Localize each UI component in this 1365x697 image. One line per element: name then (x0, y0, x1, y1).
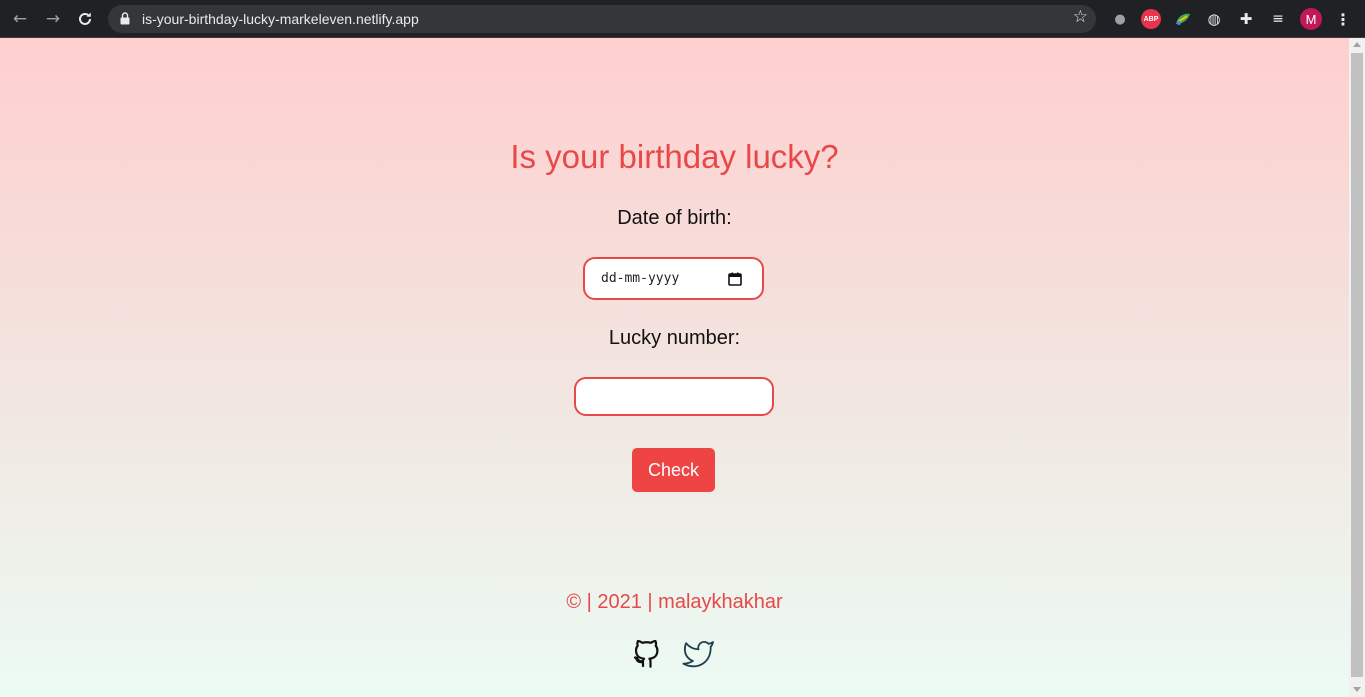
leaf-glyph (1176, 13, 1190, 25)
kebab-menu-icon[interactable]: ⋮ (1333, 8, 1353, 30)
check-button[interactable]: Check (632, 448, 715, 492)
vertical-scrollbar[interactable] (1349, 38, 1365, 697)
github-icon[interactable] (631, 635, 665, 669)
dob-date-input[interactable]: dd-mm-yyyy (583, 257, 764, 300)
puzzle-icon[interactable]: ✚ (1236, 9, 1256, 29)
scroll-up-icon[interactable] (1353, 42, 1361, 47)
footer-credit: © | 2021 | malaykhakhar (566, 591, 783, 613)
scrollbar-thumb[interactable] (1351, 53, 1363, 677)
scroll-down-icon[interactable] (1353, 687, 1361, 692)
reload-glyph (79, 12, 91, 25)
leaf-icon[interactable] (1173, 9, 1193, 29)
dob-placeholder: dd-mm-yyyy (601, 271, 680, 286)
page-viewport: Is your birthday lucky? Date of birth: d… (0, 38, 1349, 697)
page-title: Is your birthday lucky? (510, 138, 839, 175)
lucky-number-input[interactable] (574, 377, 774, 416)
reload-icon[interactable] (73, 7, 97, 31)
media-queue-icon[interactable]: ≡ (1268, 9, 1288, 29)
avatar[interactable]: M (1300, 8, 1322, 30)
lucky-number-label: Lucky number: (608, 327, 741, 349)
browser-toolbar: ← → is-your-birthday-lucky-markeleven.ne… (0, 0, 1365, 38)
dob-label: Date of birth: (617, 207, 732, 229)
url-text: is-your-birthday-lucky-markeleven.netlif… (142, 11, 419, 27)
mic-icon[interactable]: ● (1110, 9, 1130, 29)
star-icon[interactable]: ☆ (1073, 7, 1088, 27)
forward-arrow-icon[interactable]: → (41, 7, 65, 31)
address-bar[interactable]: is-your-birthday-lucky-markeleven.netlif… (108, 5, 1096, 33)
lock-icon (120, 12, 130, 25)
twitter-icon[interactable] (682, 635, 716, 669)
globe-icon[interactable]: ◍ (1204, 9, 1224, 29)
adblock-icon[interactable]: ABP (1141, 9, 1161, 29)
calendar-icon[interactable] (728, 272, 742, 286)
back-arrow-icon[interactable]: ← (8, 7, 32, 31)
